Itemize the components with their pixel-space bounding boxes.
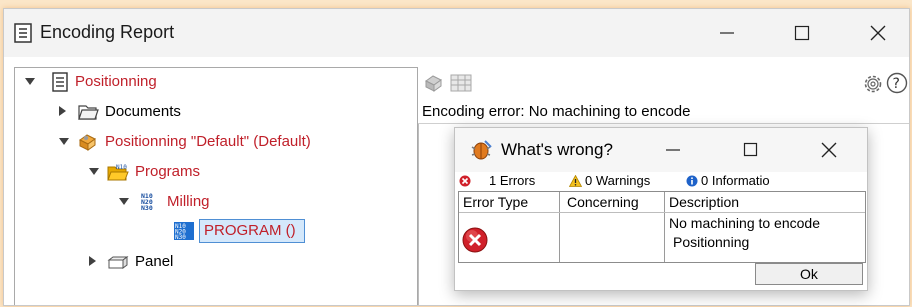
warning-bug-icon bbox=[471, 140, 492, 160]
svg-text:N30: N30 bbox=[175, 234, 186, 241]
tree-node-documents[interactable]: Documents bbox=[59, 100, 399, 124]
help-icon[interactable]: ? bbox=[886, 72, 908, 94]
dialog-title: What's wrong? bbox=[501, 140, 613, 159]
window-title: Encoding Report bbox=[40, 22, 175, 42]
tree-node-positionning[interactable]: Positionning bbox=[25, 70, 405, 94]
documents-folder-icon bbox=[78, 105, 99, 120]
whats-wrong-dialog: What's wrong? 1 Errors 0 Warnings 0 Info… bbox=[454, 127, 868, 291]
maximize-icon bbox=[794, 25, 810, 41]
dialog-maximize-button[interactable] bbox=[727, 128, 775, 172]
panel-divider bbox=[418, 124, 419, 305]
information-count[interactable]: 0 Informatio bbox=[701, 173, 770, 188]
warning-icon[interactable] bbox=[569, 175, 582, 187]
close-icon bbox=[870, 25, 886, 41]
tree-node-programs[interactable]: N10 Programs bbox=[89, 160, 389, 184]
column-header-description[interactable]: Description bbox=[669, 194, 739, 210]
warnings-count[interactable]: 0 Warnings bbox=[585, 173, 650, 188]
table-icon[interactable] bbox=[450, 74, 472, 92]
collapse-arrow-icon[interactable] bbox=[59, 138, 69, 146]
tree-node-label: Milling bbox=[167, 193, 210, 210]
table-row[interactable]: No machining to encode Positionning bbox=[459, 213, 865, 262]
svg-text:N30: N30 bbox=[141, 204, 153, 212]
programs-folder-icon: N10 bbox=[107, 164, 129, 181]
encoding-error-message: Encoding error: No machining to encode bbox=[422, 103, 691, 120]
expand-arrow-icon[interactable] bbox=[59, 106, 67, 116]
ok-button[interactable]: Ok bbox=[755, 263, 863, 285]
maximize-button[interactable] bbox=[774, 9, 830, 57]
error-icon[interactable] bbox=[459, 175, 471, 187]
minimize-icon bbox=[666, 149, 680, 151]
dialog-title-bar: What's wrong? bbox=[455, 128, 867, 172]
dialog-status-bar: 1 Errors 0 Warnings 0 Informatio bbox=[455, 172, 867, 190]
error-icon bbox=[462, 227, 488, 253]
tree-node-label-selected: PROGRAM () bbox=[199, 219, 305, 243]
svg-text:N10: N10 bbox=[116, 164, 127, 171]
tree-view[interactable]: Positionning Documents Positionning "Def… bbox=[14, 67, 418, 305]
row-concerning-detail: Positionning bbox=[673, 234, 750, 250]
collapse-arrow-icon[interactable] bbox=[25, 78, 35, 86]
errors-table: Error Type Concerning Description No mac… bbox=[458, 191, 866, 263]
collapse-arrow-icon[interactable] bbox=[119, 198, 129, 206]
tree-node-positionning-default[interactable]: Positionning "Default" (Default) bbox=[59, 130, 409, 154]
tree-node-milling[interactable]: N10 N20 N30 Milling bbox=[119, 190, 379, 214]
panel-icon bbox=[107, 256, 129, 269]
close-button[interactable] bbox=[850, 9, 906, 57]
row-description: No machining to encode bbox=[669, 215, 820, 231]
info-icon[interactable] bbox=[686, 175, 698, 187]
tree-node-label: Positionning bbox=[75, 73, 157, 90]
panel-divider bbox=[418, 123, 909, 124]
program-file-icon: N10 N20 N30 bbox=[174, 222, 194, 241]
parts-icon bbox=[79, 134, 96, 151]
tree-node-label: Positionning "Default" (Default) bbox=[105, 133, 311, 150]
dialog-minimize-button[interactable] bbox=[649, 128, 697, 172]
tree-node-panel[interactable]: Panel bbox=[89, 250, 289, 274]
tree-node-program[interactable]: N10 N20 N30 PROGRAM () bbox=[173, 219, 343, 243]
parts-toolbar-icon[interactable] bbox=[424, 73, 444, 93]
errors-count[interactable]: 1 Errors bbox=[489, 173, 535, 188]
report-icon bbox=[14, 23, 32, 43]
report-icon bbox=[52, 72, 68, 92]
close-icon bbox=[821, 142, 837, 158]
nc-code-icon: N10 N20 N30 bbox=[141, 192, 153, 212]
svg-text:?: ? bbox=[893, 76, 900, 92]
column-header-error-type[interactable]: Error Type bbox=[463, 194, 528, 210]
minimize-button[interactable] bbox=[699, 9, 755, 57]
column-header-concerning[interactable]: Concerning bbox=[567, 194, 639, 210]
maximize-icon bbox=[743, 142, 758, 157]
tree-node-label: Panel bbox=[135, 253, 174, 270]
title-bar: Encoding Report bbox=[4, 9, 909, 57]
expand-arrow-icon[interactable] bbox=[89, 256, 97, 266]
tree-node-label: Documents bbox=[105, 103, 181, 120]
collapse-arrow-icon[interactable] bbox=[89, 168, 99, 176]
dialog-close-button[interactable] bbox=[805, 128, 853, 172]
tree-node-label: Programs bbox=[135, 163, 201, 180]
minimize-icon bbox=[720, 32, 734, 34]
settings-gear-icon[interactable] bbox=[862, 73, 884, 95]
